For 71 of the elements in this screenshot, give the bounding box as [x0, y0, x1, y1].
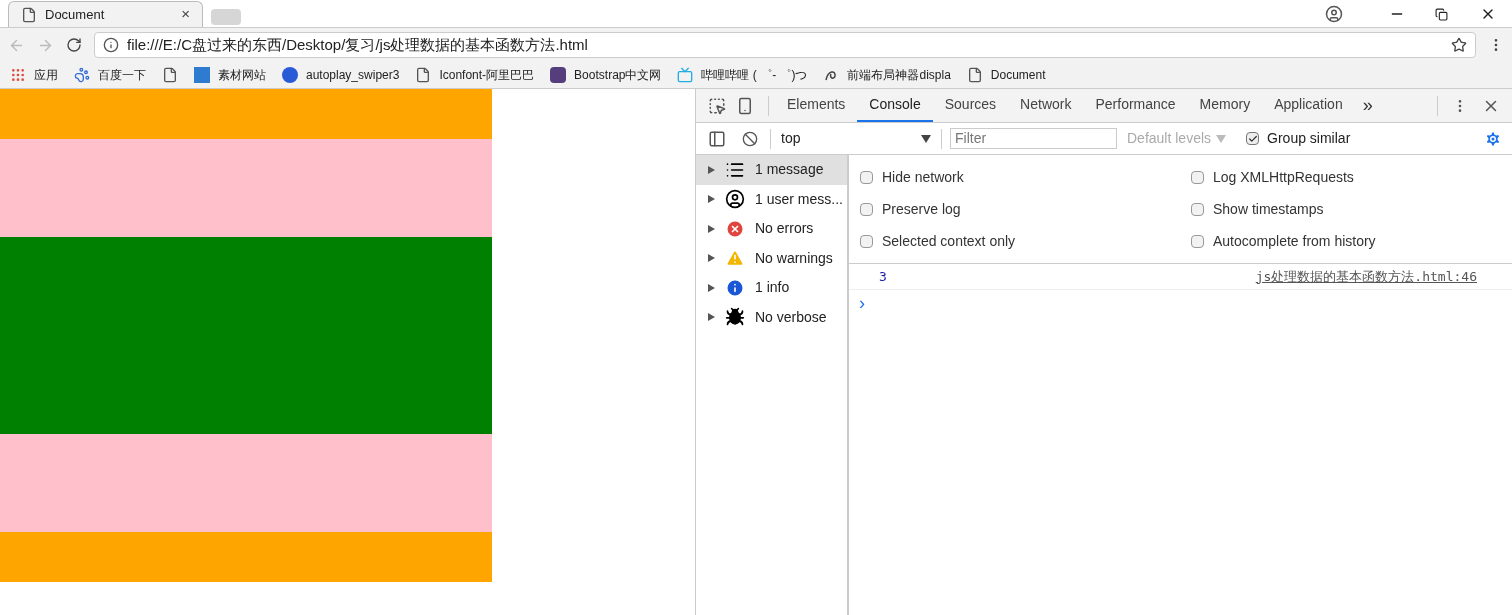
- bookmark-link[interactable]: autoplay_swiper3: [306, 66, 400, 84]
- device-icon[interactable]: [736, 96, 754, 115]
- checkbox-label: Hide network: [882, 167, 964, 187]
- devtools-tab[interactable]: Memory: [1187, 89, 1263, 122]
- bookmark-link[interactable]: 素材网站: [218, 66, 266, 84]
- bookmark-link[interactable]: Iconfont-阿里巴巴: [439, 66, 535, 84]
- devtools-tab[interactable]: Performance: [1083, 89, 1188, 122]
- clear-icon[interactable]: [742, 130, 758, 147]
- bookmark-star-icon[interactable]: [1451, 37, 1467, 53]
- prompt-icon[interactable]: ›: [859, 289, 865, 317]
- devtools-tab[interactable]: Sources: [932, 89, 1009, 122]
- expand-arrow-icon[interactable]: [708, 283, 715, 292]
- tile-icon: [194, 67, 210, 83]
- checkbox[interactable]: [1246, 132, 1260, 145]
- bookmark-link[interactable]: 哔哩哔哩 ( ゜- ゜)つ: [701, 66, 808, 84]
- tv-icon: [677, 67, 694, 83]
- browser-tab[interactable]: Document ×: [8, 1, 203, 27]
- sidebar-toggle-icon[interactable]: [708, 129, 726, 148]
- profile-icon[interactable]: [1325, 5, 1343, 23]
- bug-icon: [725, 307, 745, 328]
- reload-icon[interactable]: [66, 37, 82, 53]
- checkbox[interactable]: [1191, 202, 1204, 216]
- info-icon: [725, 277, 745, 298]
- url-text: file:///E:/C盘过来的东西/Desktop/复习/js处理数据的基本函数方法.html: [127, 34, 589, 55]
- more-tabs-button[interactable]: »: [1354, 92, 1381, 119]
- restore-icon[interactable]: [1435, 7, 1448, 21]
- tab-title: Document: [45, 5, 106, 24]
- checkbox[interactable]: [1191, 234, 1204, 248]
- expand-arrow-icon[interactable]: [708, 254, 715, 263]
- close-tab-button[interactable]: ×: [181, 3, 190, 26]
- sidebar-item[interactable]: 1 message: [696, 155, 847, 185]
- settings-icon[interactable]: [1484, 129, 1502, 148]
- square-icon: [550, 67, 567, 83]
- inspect-icon[interactable]: [708, 96, 726, 115]
- user-icon: [725, 189, 745, 210]
- page-icon: [415, 67, 432, 83]
- expand-arrow-icon[interactable]: [708, 165, 715, 174]
- devtools-tab[interactable]: Elements: [775, 89, 858, 122]
- bookmark-link[interactable]: 应用: [34, 66, 58, 84]
- checkbox[interactable]: [1191, 170, 1204, 184]
- log-value: 3: [879, 267, 888, 286]
- checkbox[interactable]: [860, 202, 873, 216]
- expand-arrow-icon[interactable]: [708, 313, 715, 322]
- bookmark-link[interactable]: Bootstrap中文网: [574, 66, 662, 84]
- page-icon: [966, 67, 983, 83]
- context-select[interactable]: top: [771, 128, 941, 149]
- checkbox-label: Show timestamps: [1213, 199, 1324, 219]
- checkbox-label: Preserve log: [882, 199, 961, 219]
- checkbox[interactable]: [860, 234, 873, 248]
- expand-arrow-icon[interactable]: [708, 224, 715, 233]
- info-icon: [103, 37, 119, 53]
- error-icon: [725, 218, 745, 239]
- page-icon: [21, 6, 37, 23]
- checkbox-label: Autocomplete from history: [1213, 231, 1376, 251]
- checkbox[interactable]: [860, 170, 873, 184]
- apps-icon: [10, 67, 26, 83]
- devtools-tab[interactable]: Application: [1262, 89, 1355, 122]
- checkbox-label: Selected context only: [882, 231, 1016, 251]
- checkbox-label: Group similar: [1267, 129, 1351, 148]
- page-icon: [162, 67, 178, 83]
- devtools-tab[interactable]: Network: [1008, 89, 1084, 122]
- expand-arrow-icon[interactable]: [708, 195, 715, 204]
- bookmark-link[interactable]: Document: [990, 66, 1046, 84]
- devtools-tab[interactable]: Console: [857, 89, 933, 122]
- bookmark-link[interactable]: 前端布局神器displa: [847, 66, 951, 84]
- source-link[interactable]: js处理数据的基本函数方法.html:46: [1255, 266, 1477, 287]
- bookmark-link[interactable]: 百度一下: [98, 66, 146, 84]
- checkbox-label: Log XMLHttpRequests: [1213, 167, 1354, 187]
- address-bar[interactable]: file:///E:/C盘过来的东西/Desktop/复习/js处理数据的基本函数方法.html: [94, 32, 1476, 58]
- filter-field[interactable]: Filter: [950, 128, 1117, 149]
- paw-icon: [74, 67, 90, 83]
